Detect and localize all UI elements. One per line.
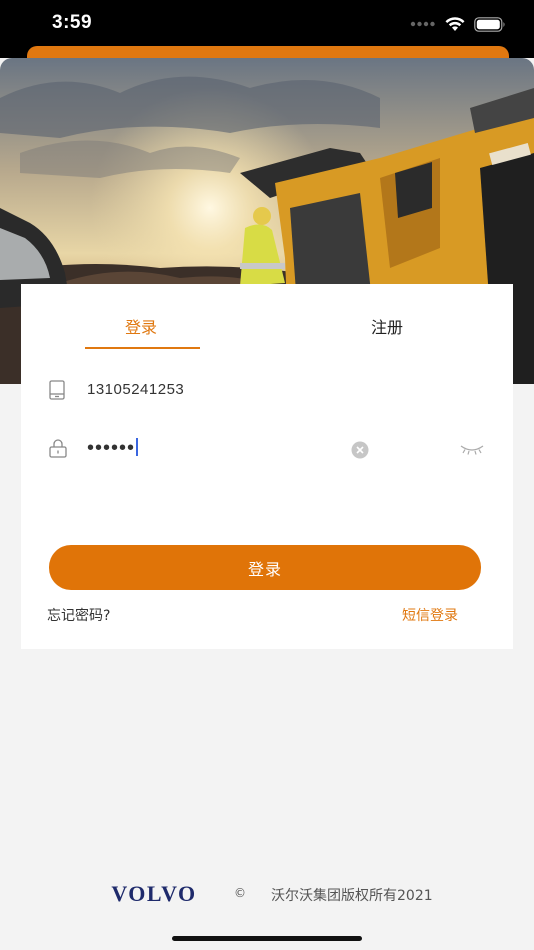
phone-input[interactable]: 13105241253 [87, 381, 184, 398]
footer: VOLVO © 沃尔沃集团版权所有2021 [0, 880, 534, 910]
tab-login[interactable]: 登录 [125, 314, 157, 338]
active-tab-indicator [85, 347, 200, 349]
clear-input-icon[interactable] [351, 441, 369, 459]
login-card: 登录 注册 13105241253 •••••• 登录 忘记密码? 短信登录 [21, 284, 513, 649]
battery-icon [474, 16, 505, 32]
password-masked: •••••• [87, 437, 136, 459]
home-indicator[interactable] [172, 936, 362, 941]
eye-closed-icon[interactable] [459, 442, 485, 456]
copyright-text: 沃尔沃集团版权所有2021 [271, 888, 433, 904]
cellular-signal-icon [410, 21, 435, 27]
tab-register[interactable]: 注册 [371, 314, 403, 338]
svg-text:VOLVO: VOLVO [111, 884, 196, 904]
status-time: 3:59 [52, 12, 93, 33]
password-input[interactable]: •••••• [87, 437, 139, 460]
text-caret [136, 438, 139, 456]
wifi-icon [445, 16, 465, 31]
login-button[interactable]: 登录 [49, 545, 481, 590]
lock-icon [49, 439, 67, 458]
volvo-logo: VOLVO [111, 884, 196, 904]
sms-login-link[interactable]: 短信登录 [402, 605, 458, 625]
copyright-symbol: © [234, 886, 246, 900]
phone-icon [49, 380, 65, 400]
forgot-password-link[interactable]: 忘记密码? [47, 605, 110, 625]
status-icons [410, 14, 506, 34]
